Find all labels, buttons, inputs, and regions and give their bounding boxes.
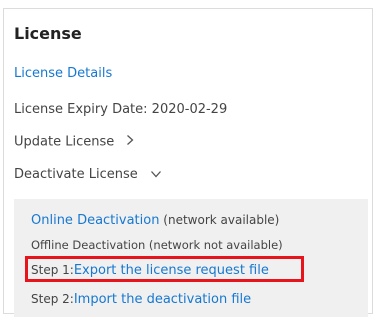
license-details-row: License Details: [14, 66, 112, 81]
deactivate-license-label: Deactivate License: [14, 167, 138, 182]
update-license-label: Update License: [14, 134, 115, 150]
step2-row: Step 2:Import the deactivation file: [31, 292, 251, 307]
license-details-link[interactable]: License Details: [14, 66, 112, 81]
online-deactivation-link[interactable]: Online Deactivation: [31, 213, 159, 228]
chevron-right-icon: [126, 134, 134, 150]
online-deactivation-note: (network available): [159, 213, 280, 227]
update-license-toggle[interactable]: Update License: [14, 134, 134, 150]
offline-deactivation-label: Offline Deactivation (network not availa…: [31, 238, 283, 252]
chevron-down-icon: [150, 167, 162, 182]
step1-row: Step 1:Export the license request file: [31, 263, 269, 278]
import-deactivation-file-link[interactable]: Import the deactivation file: [74, 292, 251, 307]
panel-title: License: [14, 24, 82, 43]
license-panel: License License Details License Expiry D…: [3, 8, 373, 317]
online-deactivation-row: Online Deactivation (network available): [31, 213, 279, 228]
step2-prefix: Step 2:: [31, 292, 74, 306]
export-license-request-link[interactable]: Export the license request file: [74, 263, 269, 278]
license-expiry-date: License Expiry Date: 2020-02-29: [14, 102, 228, 117]
step1-prefix: Step 1:: [31, 263, 74, 277]
deactivate-license-toggle[interactable]: Deactivate License: [14, 167, 162, 182]
deactivation-options: Online Deactivation (network available) …: [14, 199, 368, 317]
